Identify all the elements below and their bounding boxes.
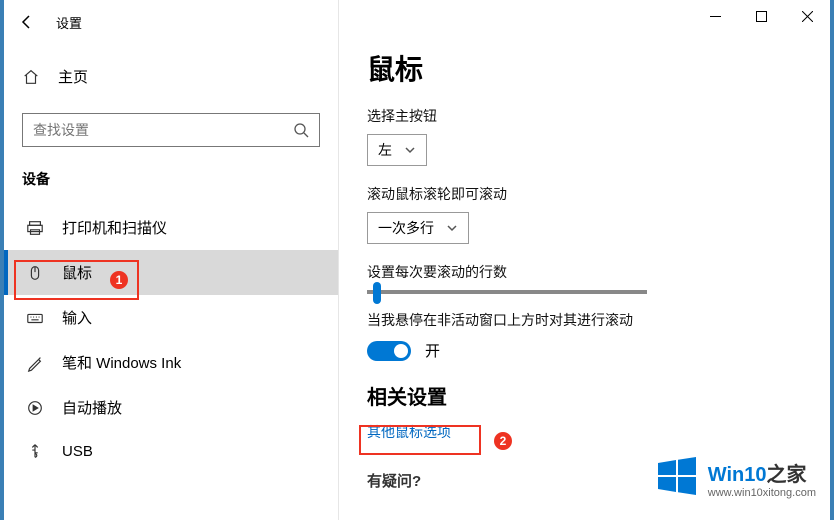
sidebar-item-typing[interactable]: 输入 [4, 295, 338, 340]
annotation-badge-1: 1 [110, 271, 128, 289]
main-content: 鼠标 选择主按钮 左 滚动鼠标滚轮即可滚动 一次多行 设置每次要滚动的行数 当我… [339, 0, 830, 520]
watermark-url: www.win10xitong.com [708, 487, 816, 499]
related-heading: 相关设置 [367, 381, 802, 410]
lines-label: 设置每次要滚动的行数 [367, 262, 802, 282]
sidebar-item-mouse[interactable]: 鼠标 [4, 250, 338, 295]
select-value: 一次多行 [378, 218, 434, 238]
window-title: 设置 [56, 13, 82, 32]
sidebar-item-label: 鼠标 [62, 262, 92, 283]
lines-slider[interactable] [367, 290, 647, 294]
usb-icon [26, 442, 44, 460]
watermark-brand-suffix: 之家 [767, 464, 807, 486]
category-label: 设备 [4, 169, 338, 189]
settings-window: 设置 主页 设备 打印机和扫描仪 鼠标 [4, 0, 830, 520]
toggle-state-label: 开 [425, 340, 440, 361]
back-button[interactable] [4, 0, 48, 44]
home-link[interactable]: 主页 [4, 56, 338, 97]
pen-icon [26, 354, 44, 372]
select-value: 左 [378, 140, 392, 160]
annotation-badge-2: 2 [494, 432, 512, 450]
slider-thumb[interactable] [373, 282, 381, 304]
autoplay-icon [26, 399, 44, 417]
chevron-down-icon [446, 222, 458, 234]
annotation-box-2 [359, 425, 481, 455]
sidebar: 主页 设备 打印机和扫描仪 鼠标 输入 笔和 Windows Ink [4, 0, 339, 520]
scroll-wheel-label: 滚动鼠标滚轮即可滚动 [367, 184, 802, 204]
toggle-knob [394, 344, 408, 358]
titlebar: 设置 [4, 0, 830, 44]
window-controls [692, 0, 830, 32]
chevron-down-icon [404, 144, 416, 156]
search-icon [293, 122, 309, 138]
sidebar-item-label: 打印机和扫描仪 [62, 217, 167, 238]
search-box[interactable] [22, 113, 320, 147]
printer-icon [26, 219, 44, 237]
page-title: 鼠标 [367, 48, 802, 88]
sidebar-item-pen[interactable]: 笔和 Windows Ink [4, 340, 338, 385]
watermark: Win10之家 www.win10xitong.com [656, 455, 816, 502]
sidebar-item-label: 输入 [62, 307, 92, 328]
hover-scroll-label: 当我悬停在非活动窗口上方时对其进行滚动 [367, 310, 802, 330]
search-input[interactable] [33, 122, 293, 138]
sidebar-item-printers[interactable]: 打印机和扫描仪 [4, 205, 338, 250]
primary-button-select[interactable]: 左 [367, 134, 427, 166]
home-label: 主页 [58, 66, 88, 87]
minimize-button[interactable] [692, 0, 738, 32]
close-button[interactable] [784, 0, 830, 32]
sidebar-item-label: 笔和 Windows Ink [62, 352, 181, 373]
mouse-icon [26, 264, 44, 282]
windows-logo-icon [656, 455, 698, 502]
sidebar-item-label: 自动播放 [62, 397, 122, 418]
home-icon [22, 68, 40, 86]
watermark-text: Win10之家 www.win10xitong.com [708, 458, 816, 499]
sidebar-item-autoplay[interactable]: 自动播放 [4, 385, 338, 430]
sidebar-item-usb[interactable]: USB [4, 430, 338, 472]
nav-list: 打印机和扫描仪 鼠标 输入 笔和 Windows Ink 自动播放 USB [4, 205, 338, 472]
hover-scroll-toggle[interactable] [367, 341, 411, 361]
maximize-button[interactable] [738, 0, 784, 32]
keyboard-icon [26, 309, 44, 327]
scroll-wheel-select[interactable]: 一次多行 [367, 212, 469, 244]
watermark-brand: Win10 [708, 464, 767, 486]
sidebar-item-label: USB [62, 443, 93, 460]
primary-button-label: 选择主按钮 [367, 106, 802, 126]
